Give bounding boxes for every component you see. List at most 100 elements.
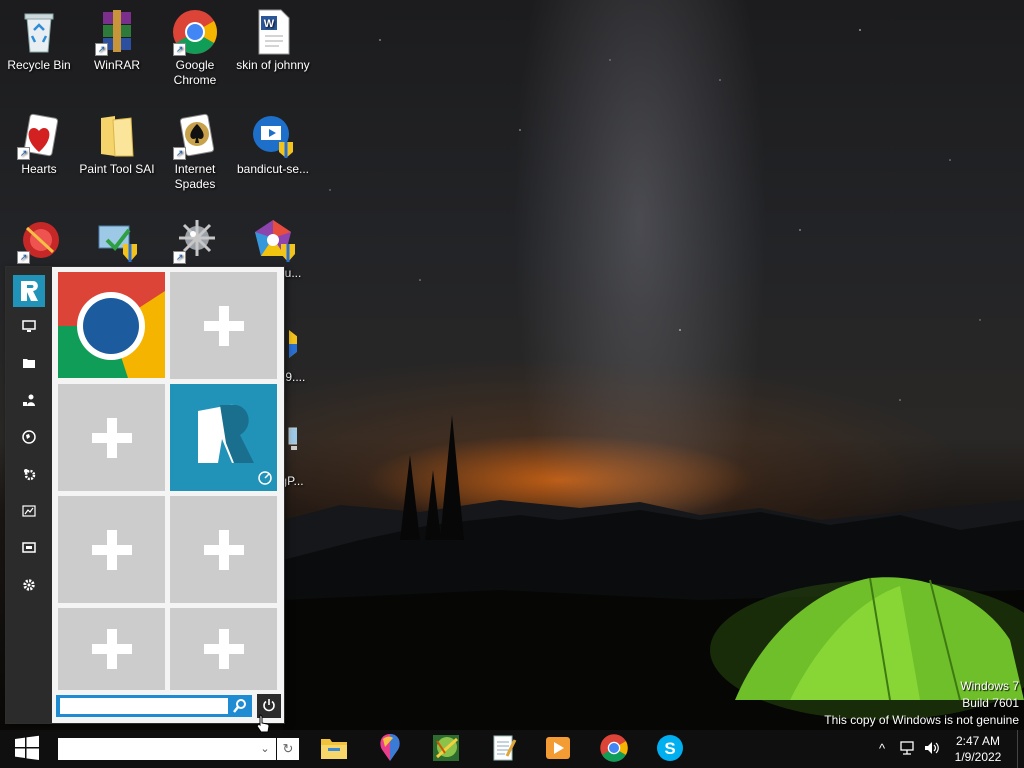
sidebar-logo-button[interactable]: [6, 274, 52, 310]
network-icon: [899, 741, 915, 759]
watermark-genuine-notice: This copy of Windows is not genuine: [824, 713, 1019, 727]
chrome-icon: [58, 272, 165, 379]
taskbar-app-media-player[interactable]: [540, 732, 576, 766]
taskbar-app-file-explorer[interactable]: [316, 732, 352, 766]
taskbar-app-chrome[interactable]: [596, 732, 632, 766]
desktop-icon-red-app[interactable]: ↗: [0, 216, 78, 266]
desktop-icon-paint-tool-sai[interactable]: Paint Tool SAI: [78, 112, 156, 177]
taskbar-app-game[interactable]: [428, 732, 464, 766]
desktop-icon-label: bandicut-se...: [236, 162, 310, 176]
sidebar-item-computer[interactable]: [6, 312, 52, 342]
desktop-icon-minesweeper[interactable]: ↗: [156, 216, 234, 266]
tile-r-app[interactable]: [170, 384, 277, 491]
power-icon: [262, 698, 276, 715]
minesweeper-icon: ↗: [171, 216, 219, 264]
desktop-icon-skin-of-johnny[interactable]: W skin of johnny: [234, 8, 312, 73]
globe-game-icon: [431, 733, 461, 766]
sidebar-item-network[interactable]: [6, 423, 52, 453]
desktop-icon-label: WinRAR: [93, 58, 140, 72]
sidebar-item-folders[interactable]: [6, 349, 52, 379]
desktop-icon-label: Internet Spades: [174, 162, 216, 191]
windows-watermark: Windows 7 Build 7601 This copy of Window…: [824, 678, 1019, 729]
folder-icon: [22, 356, 36, 373]
winrar-icon: ↗: [93, 8, 141, 56]
start-search-box: [56, 695, 252, 717]
plus-icon: [91, 629, 132, 669]
taskbar-app-notepad[interactable]: [486, 732, 522, 766]
watermark-build: Build 7601: [962, 696, 1019, 710]
shortcut-arrow-icon: ↗: [95, 43, 108, 56]
clock-time: 2:47 AM: [955, 734, 1001, 748]
shortcut-arrow-icon: ↗: [173, 43, 186, 56]
start-search-input[interactable]: [60, 698, 228, 714]
tile-add[interactable]: [170, 496, 277, 603]
shortcut-arrow-icon: ↗: [173, 251, 186, 264]
taskbar-clock[interactable]: 2:47 AM 1/9/2022: [944, 733, 1012, 765]
desktop-icon-recycle-bin[interactable]: Recycle Bin: [0, 8, 78, 73]
watermark-os: Windows 7: [960, 679, 1019, 693]
desktop-icon-winrar[interactable]: ↗ WinRAR: [78, 8, 156, 73]
desktop-icon-label: Paint Tool SAI: [79, 162, 155, 176]
svg-text:W: W: [264, 18, 275, 30]
start-sidebar: [6, 267, 52, 723]
users-icon: [22, 393, 36, 410]
r-logo-icon: [13, 274, 45, 310]
desktop-icon-label: Google Chrome: [173, 58, 217, 87]
desktop-icon-internet-spades[interactable]: ↗ Internet Spades: [156, 112, 234, 192]
installer-shield-icon: [93, 216, 141, 264]
sidebar-item-display[interactable]: [6, 534, 52, 564]
tile-chrome[interactable]: [58, 272, 165, 379]
tile-add[interactable]: [58, 384, 165, 491]
tile-add[interactable]: [170, 272, 277, 379]
desktop-icon-bandicut-setup[interactable]: bandicut-se...: [234, 112, 312, 177]
sidebar-item-performance[interactable]: [6, 497, 52, 527]
search-button[interactable]: [230, 697, 250, 715]
balloon-icon: [377, 733, 403, 766]
notepad-icon: [491, 734, 517, 765]
desktop-icon-label: skin of johnny: [236, 58, 310, 72]
address-input[interactable]: [60, 740, 256, 758]
bandicut-setup-icon: [249, 112, 297, 160]
desktop-icon-installer[interactable]: [78, 216, 156, 266]
desktop-icon-label: Recycle Bin: [7, 58, 71, 72]
chrome-icon: [599, 733, 629, 766]
address-bar: ⌄: [58, 738, 276, 760]
tile-add[interactable]: [170, 608, 277, 690]
gears-icon: [22, 467, 36, 484]
taskbar: ⌄ ↻ S ^ 2:47 AM 1/9/2022: [0, 730, 1024, 768]
refresh-button[interactable]: ↻: [277, 738, 299, 760]
r-logo-icon: [170, 383, 277, 493]
desktop-icon-hearts[interactable]: ↗ Hearts: [0, 112, 78, 177]
start-button[interactable]: [0, 730, 54, 768]
tile-add[interactable]: [58, 608, 165, 690]
shortcut-arrow-icon: ↗: [173, 147, 186, 160]
show-desktop-button[interactable]: [1017, 730, 1024, 768]
sidebar-item-programs[interactable]: [6, 460, 52, 490]
chrome-icon: ↗: [171, 8, 219, 56]
folder-icon: [93, 112, 141, 160]
hearts-game-icon: ↗: [15, 112, 63, 160]
sidebar-item-settings[interactable]: [6, 571, 52, 601]
plus-icon: [91, 529, 132, 570]
desktop-icon-google-chrome[interactable]: ↗ Google Chrome: [156, 8, 234, 88]
show-hidden-icons-button[interactable]: ^: [874, 740, 890, 758]
search-icon: [230, 699, 250, 718]
colorful-setup-icon: [249, 216, 297, 264]
settings-gear-icon: [22, 578, 36, 595]
taskbar-app-paint-3d[interactable]: [372, 732, 408, 766]
chevron-down-icon[interactable]: ⌄: [256, 740, 274, 758]
svg-text:S: S: [664, 739, 675, 758]
chevron-up-icon: ^: [878, 741, 886, 756]
plus-icon: [203, 529, 244, 570]
red-app-icon: ↗: [15, 216, 63, 264]
monitor-icon: [22, 319, 36, 336]
network-tray-button[interactable]: [899, 740, 915, 758]
taskbar-app-skype[interactable]: S: [652, 732, 688, 766]
start-panel: [5, 266, 285, 724]
mouse-cursor: [256, 714, 270, 737]
sidebar-item-users[interactable]: [6, 386, 52, 416]
windows-logo-icon: [14, 735, 40, 764]
tile-add[interactable]: [58, 496, 165, 603]
word-document-icon: W: [249, 8, 297, 56]
volume-tray-button[interactable]: [923, 740, 939, 758]
